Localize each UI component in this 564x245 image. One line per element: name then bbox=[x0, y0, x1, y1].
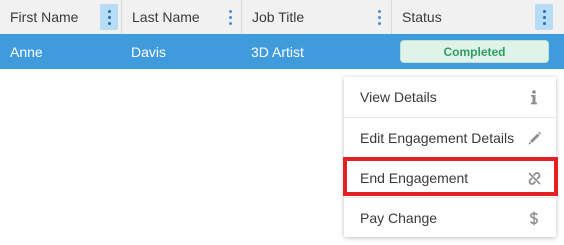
last-name-column-menu-button[interactable] bbox=[221, 4, 239, 30]
column-header-job-title: Job Title bbox=[241, 0, 391, 34]
cell-job-title: 3D Artist bbox=[251, 43, 304, 60]
menu-item-view-details[interactable]: View Details bbox=[344, 77, 556, 117]
cell-last-name: Davis bbox=[131, 43, 167, 60]
column-header-label: Last Name bbox=[132, 9, 200, 25]
job-title-column-menu-button[interactable] bbox=[370, 4, 388, 30]
column-header-label: First Name bbox=[10, 9, 79, 25]
table-row[interactable]: Anne Davis 3D Artist Completed bbox=[0, 34, 564, 69]
cell-first-name: Anne bbox=[10, 43, 43, 60]
dollar-icon bbox=[526, 210, 542, 226]
menu-item-pay-change[interactable]: Pay Change bbox=[344, 197, 556, 237]
table-header: First Name Last Name Job Title Status bbox=[0, 0, 564, 35]
menu-item-edit-engagement-details[interactable]: Edit Engagement Details bbox=[344, 117, 556, 157]
row-actions-menu: View Details Edit Engagement Details End… bbox=[344, 77, 556, 237]
pencil-icon bbox=[526, 130, 542, 146]
info-icon bbox=[526, 89, 542, 105]
status-badge: Completed bbox=[400, 40, 549, 63]
broken-link-icon bbox=[526, 170, 542, 186]
column-header-label: Job Title bbox=[252, 9, 305, 25]
column-header-label: Status bbox=[402, 9, 442, 25]
first-name-column-menu-button[interactable] bbox=[100, 4, 118, 30]
status-column-menu-button[interactable] bbox=[535, 4, 553, 30]
menu-item-end-engagement[interactable]: End Engagement bbox=[344, 157, 556, 197]
